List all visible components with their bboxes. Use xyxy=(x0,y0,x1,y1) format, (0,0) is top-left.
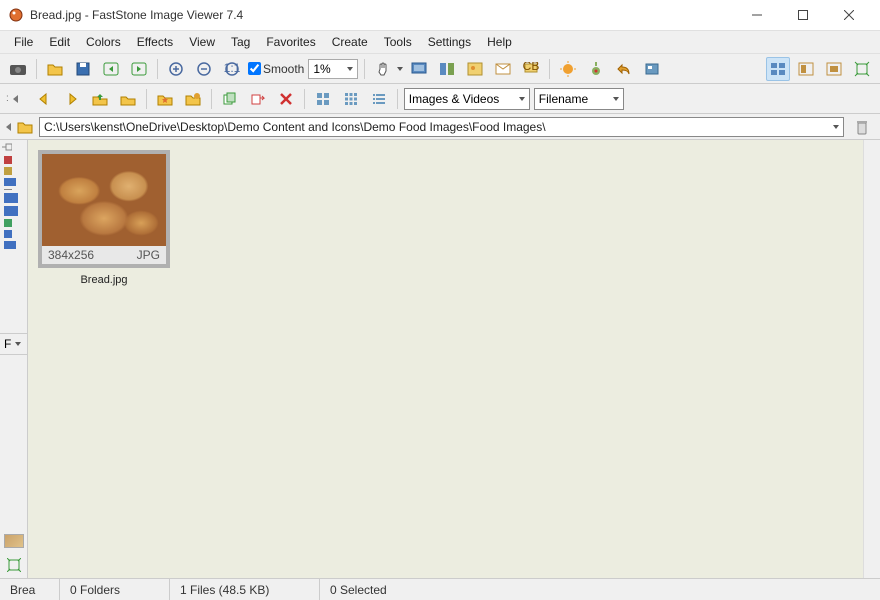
path-bar: C:\Users\kenst\OneDrive\Desktop\Demo Con… xyxy=(0,114,880,140)
chevron-down-icon[interactable] xyxy=(833,125,839,129)
close-button[interactable] xyxy=(826,0,872,30)
menu-tag[interactable]: Tag xyxy=(223,32,258,52)
menu-effects[interactable]: Effects xyxy=(129,32,181,52)
status-folders: 0 Folders xyxy=(60,579,170,600)
zoom-in-icon[interactable] xyxy=(164,57,188,81)
main-toolbar: 1:1 Smooth 1% CB xyxy=(0,54,880,84)
chevron-down-icon xyxy=(519,97,525,101)
menu-help[interactable]: Help xyxy=(479,32,520,52)
sidebar-markers xyxy=(0,154,27,333)
copy-to-icon[interactable] xyxy=(218,87,242,111)
favorites-folder-icon[interactable] xyxy=(153,87,177,111)
hand-dropdown-icon[interactable] xyxy=(397,67,403,71)
thumbnail-item[interactable]: 384x256 JPG Bread.jpg xyxy=(38,150,170,286)
settings-icon[interactable] xyxy=(640,57,664,81)
smooth-checkbox[interactable]: Smooth xyxy=(248,62,304,76)
zoom-input[interactable]: 1% xyxy=(308,59,358,79)
thumbnail-filename: Bread.jpg xyxy=(80,274,127,286)
vertical-scrollbar[interactable] xyxy=(863,140,880,578)
thumbnail-area[interactable]: 384x256 JPG Bread.jpg xyxy=(28,140,880,578)
menu-edit[interactable]: Edit xyxy=(41,32,78,52)
next-icon[interactable] xyxy=(127,57,151,81)
status-bar: Brea 0 Folders 1 Files (48.5 KB) 0 Selec… xyxy=(0,578,880,600)
move-to-icon[interactable] xyxy=(246,87,270,111)
fit-icon[interactable] xyxy=(5,556,23,574)
left-sidebar: F xyxy=(0,140,28,578)
menu-colors[interactable]: Colors xyxy=(78,32,129,52)
panel-handle-left[interactable]: : xyxy=(6,93,9,104)
filter-combo[interactable]: Images & Videos xyxy=(404,88,530,110)
sort-label: Filename xyxy=(539,92,588,106)
open-icon[interactable] xyxy=(43,57,67,81)
chevron-left-icon[interactable] xyxy=(13,95,18,103)
email-icon[interactable] xyxy=(491,57,515,81)
title-bar: Bread.jpg - FastStone Image Viewer 7.4 xyxy=(0,0,880,30)
chevron-down-icon xyxy=(613,97,619,101)
sidebar-drive-label[interactable]: F xyxy=(0,333,27,355)
thumbnail-format: JPG xyxy=(137,248,160,262)
jpeg-comment-icon[interactable]: CB xyxy=(519,57,543,81)
effects-icon[interactable] xyxy=(556,57,580,81)
status-selected: 0 Selected xyxy=(320,579,880,600)
save-icon[interactable] xyxy=(71,57,95,81)
wallpaper-icon[interactable] xyxy=(463,57,487,81)
nav-back-icon[interactable] xyxy=(32,87,56,111)
view-fullscreen-icon[interactable] xyxy=(822,57,846,81)
zoom-value: 1% xyxy=(313,62,330,76)
thumbnail-frame: 384x256 JPG xyxy=(38,150,170,268)
window-title: Bread.jpg - FastStone Image Viewer 7.4 xyxy=(30,8,243,22)
filter-label: Images & Videos xyxy=(409,92,500,106)
path-input[interactable]: C:\Users\kenst\OneDrive\Desktop\Demo Con… xyxy=(39,117,844,137)
zoom-out-icon[interactable] xyxy=(192,57,216,81)
view-large-icons-icon[interactable] xyxy=(311,87,335,111)
thumbnail-meta: 384x256 JPG xyxy=(42,246,166,264)
menu-settings[interactable]: Settings xyxy=(420,32,479,52)
nav-home-icon[interactable] xyxy=(116,87,140,111)
thumbnail-dimensions: 384x256 xyxy=(48,248,94,262)
delete-icon[interactable] xyxy=(274,87,298,111)
new-folder-icon[interactable] xyxy=(181,87,205,111)
status-file: Brea xyxy=(0,579,60,600)
folder-icon xyxy=(17,120,33,134)
recycle-icon[interactable] xyxy=(850,115,874,139)
prev-icon[interactable] xyxy=(99,57,123,81)
hand-tool-icon[interactable] xyxy=(371,57,395,81)
menu-tools[interactable]: Tools xyxy=(376,32,420,52)
sort-combo[interactable]: Filename xyxy=(534,88,624,110)
view-details-icon[interactable] xyxy=(367,87,391,111)
view-thumbnails-icon[interactable] xyxy=(766,57,790,81)
app-icon xyxy=(8,7,24,23)
maximize-button[interactable] xyxy=(780,0,826,30)
view-small-icons-icon[interactable] xyxy=(339,87,363,111)
thumbnail-image xyxy=(42,154,166,246)
smooth-label: Smooth xyxy=(263,62,304,76)
svg-text:1:1: 1:1 xyxy=(224,61,240,75)
zoom-actual-icon[interactable]: 1:1 xyxy=(220,57,244,81)
menu-favorites[interactable]: Favorites xyxy=(258,32,323,52)
compare-icon[interactable] xyxy=(435,57,459,81)
status-files: 1 Files (48.5 KB) xyxy=(170,579,320,600)
minimize-button[interactable] xyxy=(734,0,780,30)
nav-forward-icon[interactable] xyxy=(60,87,84,111)
undo-icon[interactable] xyxy=(612,57,636,81)
nav-toolbar: : Images & Videos Filename xyxy=(0,84,880,114)
path-text: C:\Users\kenst\OneDrive\Desktop\Demo Con… xyxy=(44,120,833,134)
menu-view[interactable]: View xyxy=(181,32,223,52)
acquire-icon[interactable] xyxy=(6,57,30,81)
slideshow-icon[interactable] xyxy=(407,57,431,81)
drive-tree-handle[interactable] xyxy=(0,140,27,154)
drive-spacer xyxy=(6,123,11,131)
svg-text:CB: CB xyxy=(523,62,539,73)
fit-window-icon[interactable] xyxy=(850,57,874,81)
red-eye-icon[interactable] xyxy=(584,57,608,81)
menu-create[interactable]: Create xyxy=(324,32,376,52)
nav-up-icon[interactable] xyxy=(88,87,112,111)
chevron-down-icon xyxy=(347,67,353,71)
menu-file[interactable]: File xyxy=(6,32,41,52)
preview-thumb[interactable] xyxy=(4,534,24,548)
menu-bar: File Edit Colors Effects View Tag Favori… xyxy=(0,30,880,54)
view-preview-icon[interactable] xyxy=(794,57,818,81)
